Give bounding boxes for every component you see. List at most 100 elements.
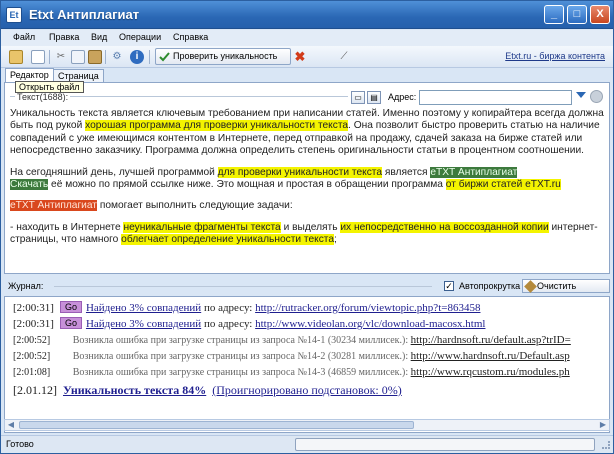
menu-edit[interactable]: Правка [49, 32, 79, 42]
address-label: Адрес: [388, 92, 417, 102]
info-icon[interactable]: i [130, 50, 144, 64]
error-url[interactable]: http://hardnsoft.ru/default.asp?trID= [411, 334, 571, 346]
text-span: ; [334, 234, 337, 246]
address-input[interactable] [419, 90, 572, 105]
close-button[interactable]: X [590, 5, 610, 24]
view-mode-icon[interactable]: ▭ [351, 91, 365, 104]
maximize-button[interactable]: □ [567, 5, 587, 24]
error-url[interactable]: http://www.rqcustom.ru/modules.ph [411, 366, 570, 378]
copy-icon[interactable] [71, 50, 85, 64]
log-error-row: [2:00:52] Возникла ошибка при загрузке с… [13, 334, 571, 349]
menu-file[interactable]: Файл [13, 32, 35, 42]
error-text: Возникла ошибка при загрузке страницы из… [72, 351, 411, 362]
journal-label: Журнал: [8, 281, 44, 291]
match-url[interactable]: http://www.videolan.org/vlc/download-mac… [255, 318, 485, 330]
window-title: Etxt Антиплагиат [29, 7, 140, 22]
ignored-substitutions[interactable]: (Проигнорировано подстановок: 0%) [212, 383, 402, 397]
log-time: [2:01:08] [13, 367, 51, 378]
log-result-row: [2.01.12] Уникальность текста 84% (Проиг… [13, 383, 402, 398]
highlight-phrase: неуникальные фрагменты текста [123, 221, 281, 233]
go-button[interactable]: Go [59, 301, 82, 313]
journal-horizontal-scrollbar[interactable]: ◀ ▶ [4, 419, 610, 431]
app-window: Et Etxt Антиплагиат _ □ X Файл Правка Ви… [0, 0, 614, 454]
log-time: [2:00:31] [13, 302, 54, 314]
open-icon[interactable] [9, 50, 23, 64]
log-time: [2:00:31] [13, 318, 54, 330]
cut-icon[interactable]: ✂ [54, 50, 68, 64]
log-row: [2:00:31] Go Найдено 3% совпадений по адре… [13, 301, 480, 316]
highlight-phrase: хорошая программа для проверки уникально… [85, 120, 349, 132]
highlight-phrase: облегчает определение уникальности текст… [121, 234, 335, 246]
log-time: [2.01.12] [13, 383, 57, 397]
autoscroll-label: Автопрокрутка [459, 281, 521, 291]
resize-grip-icon[interactable] [602, 441, 610, 449]
broom-icon [524, 280, 537, 293]
error-text: Возникла ошибка при загрузке страницы из… [72, 335, 411, 346]
menu-view[interactable]: Вид [91, 32, 107, 42]
scrollbar-thumb[interactable] [19, 421, 414, 429]
split-view-icon[interactable]: ▤ [367, 91, 381, 104]
paste-icon[interactable] [88, 50, 102, 64]
text-span: На сегодняшний день, лучшей программой [10, 166, 218, 178]
paragraph-2: На сегодняшний день, лучшей программой д… [10, 166, 606, 192]
menu-help[interactable]: Справка [173, 32, 208, 42]
address-stop-icon[interactable] [590, 90, 603, 103]
scroll-left-icon[interactable]: ◀ [5, 420, 17, 430]
check-uniqueness-button[interactable]: Проверить уникальность [155, 48, 291, 65]
text-span: и выделять [280, 221, 341, 233]
text-span: её можно по прямой ссылке ниже. Это мощн… [48, 179, 446, 191]
app-logo-icon: Et [6, 7, 22, 23]
match-link[interactable]: Найдено 3% совпадений [86, 318, 201, 330]
text-span: - находить в Интернете [10, 221, 124, 233]
autoscroll-checkbox[interactable]: ✓ [444, 281, 454, 291]
toolbar-separator [105, 50, 106, 64]
paragraph-1: Уникальность текста является ключевым тр… [10, 108, 606, 158]
cancel-icon[interactable]: ✖ [293, 50, 307, 64]
highlight-green: eTXT Антиплагиат [430, 166, 518, 178]
address-dropdown-icon[interactable] [576, 92, 586, 98]
highlight-orange: eTXT Антиплагиат [10, 200, 97, 212]
settings-icon[interactable]: ⚙ [110, 50, 124, 64]
match-url[interactable]: http://rutracker.org/forum/viewtopic.php… [255, 302, 480, 314]
title-bar[interactable]: Et Etxt Антиплагиат _ □ X [1, 1, 613, 29]
toolbar-separator [49, 50, 50, 64]
progress-bar [295, 438, 595, 451]
highlight-green: Скачать [10, 179, 49, 191]
menu-bar: Файл Правка Вид Операции Справка [1, 30, 613, 46]
log-text: по адресу: [201, 318, 256, 330]
check-icon [159, 51, 170, 62]
highlight-phrase: для проверки уникальности текста [217, 166, 383, 178]
journal-log[interactable]: [2:00:31] Go Найдено 3% совпадений по адре… [4, 296, 610, 433]
new-icon[interactable] [31, 50, 45, 64]
text-length-label: Текст(1688): [15, 92, 71, 102]
menu-operations[interactable]: Операции [119, 32, 161, 42]
log-row: [2:00:31] Go Найдено 3% совпадений по адре… [13, 317, 485, 332]
journal-header: Журнал: ✓ Автопрокрутка Очистить журнал [4, 279, 610, 303]
status-text: Готово [6, 439, 34, 449]
scroll-right-icon[interactable]: ▶ [597, 420, 609, 430]
text-span: является [382, 166, 431, 178]
paragraph-3: eTXT Антиплагиат помогает выполнить след… [10, 200, 606, 212]
tooltip-open-file: Открыть файл [15, 81, 84, 93]
tab-bar: Редактор Страница [1, 68, 613, 82]
tab-editor[interactable]: Редактор [5, 68, 54, 82]
clear-journal-button[interactable]: Очистить журнал [522, 279, 610, 303]
uniqueness-result[interactable]: Уникальность текста 84% [63, 383, 206, 397]
toolbar-separator [149, 50, 150, 64]
error-text: Возникла ошибка при загрузке страницы из… [72, 367, 411, 378]
highlight-phrase: от биржи статей eTXT.ru [445, 179, 561, 191]
go-button[interactable]: Go [59, 317, 82, 329]
log-text: по адресу: [201, 302, 256, 314]
text-editor[interactable]: Уникальность текста является ключевым тр… [10, 108, 606, 270]
toolbar: ✂ ⚙ i Проверить уникальность ✖ ⟋ Etxt.ru… [1, 46, 613, 68]
etxt-site-link[interactable]: Etxt.ru - биржа контента [505, 51, 605, 61]
match-link[interactable]: Найдено 3% совпадений [86, 302, 201, 314]
check-uniqueness-label: Проверить уникальность [173, 51, 278, 61]
status-bar: Готово [1, 435, 613, 453]
minimize-button[interactable]: _ [544, 5, 564, 24]
log-error-row: [2:01:08] Возникла ошибка при загрузке с… [13, 366, 570, 381]
magic-wand-icon[interactable]: ⟋ [337, 50, 351, 64]
journal-divider [54, 286, 432, 287]
error-url[interactable]: http://www.hardnsoft.ru/Default.asp [411, 350, 570, 362]
paragraph-4: - находить в Интернете неуникальные фраг… [10, 221, 606, 247]
